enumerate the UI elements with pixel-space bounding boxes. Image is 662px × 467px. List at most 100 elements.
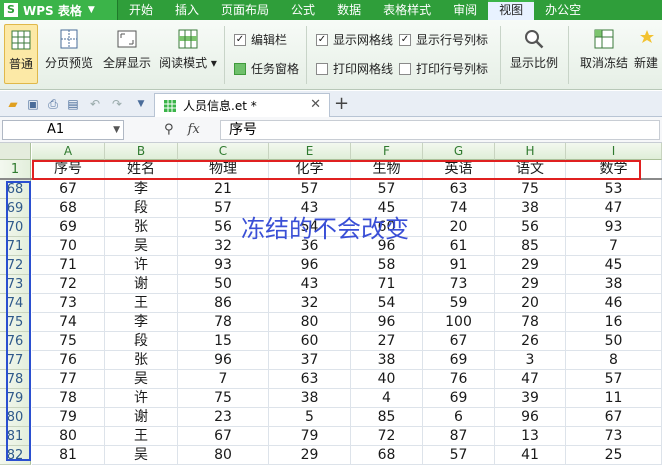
data-cell[interactable]: 7 [566, 237, 662, 256]
data-cell[interactable]: 80 [32, 427, 105, 446]
data-cell[interactable]: 45 [566, 256, 662, 275]
data-cell[interactable]: 78 [495, 313, 566, 332]
data-cell[interactable]: 71 [351, 275, 423, 294]
data-cell[interactable]: 78 [32, 389, 105, 408]
data-cell[interactable]: 29 [269, 446, 351, 465]
data-cell[interactable]: 29 [495, 256, 566, 275]
data-cell[interactable]: 80 [269, 313, 351, 332]
new-window-button[interactable]: 新建 [634, 28, 662, 84]
data-cell[interactable]: 53 [566, 180, 662, 199]
menu-table-style[interactable]: 表格样式 [372, 0, 442, 20]
data-cell[interactable]: 38 [495, 199, 566, 218]
data-cell[interactable]: 85 [495, 237, 566, 256]
data-cell[interactable]: 69 [423, 351, 495, 370]
formula-input[interactable]: 序号 [220, 120, 660, 140]
data-cell[interactable]: 59 [423, 294, 495, 313]
data-cell[interactable]: 38 [269, 389, 351, 408]
data-cell[interactable]: 50 [178, 275, 269, 294]
zoom-formula-icon[interactable]: ⚲ [164, 122, 174, 137]
data-cell[interactable]: 29 [495, 275, 566, 294]
new-tab-plus-icon[interactable]: + [334, 93, 349, 114]
data-cell[interactable]: 王 [105, 427, 178, 446]
data-cell[interactable]: 谢 [105, 408, 178, 427]
cell-name-box[interactable]: A1 ▼ [2, 120, 124, 140]
column-header-i[interactable]: I [566, 143, 662, 160]
data-cell[interactable]: 85 [351, 408, 423, 427]
data-cell[interactable]: 吴 [105, 370, 178, 389]
data-cell[interactable]: 96 [351, 313, 423, 332]
data-cell[interactable]: 77 [32, 370, 105, 389]
data-cell[interactable]: 100 [423, 313, 495, 332]
data-cell[interactable]: 15 [178, 332, 269, 351]
data-cell[interactable]: 段 [105, 332, 178, 351]
data-cell[interactable]: 47 [495, 370, 566, 389]
menu-view[interactable]: 视图 [488, 0, 535, 20]
full-screen-button[interactable]: 全屏显示 [100, 28, 154, 84]
menu-office[interactable]: 办公空 [534, 0, 592, 20]
column-header-b[interactable]: B [105, 143, 178, 160]
reading-mode-button[interactable]: 阅读模式 ▾ [158, 28, 218, 84]
task-pane-checkbox[interactable]: 任务窗格 [234, 60, 299, 77]
data-cell[interactable]: 67 [423, 332, 495, 351]
close-icon[interactable]: ✕ [310, 97, 321, 112]
data-cell[interactable]: 81 [32, 446, 105, 465]
data-cell[interactable]: 27 [351, 332, 423, 351]
normal-view-button[interactable]: 普通 [4, 24, 38, 84]
menu-formula[interactable]: 公式 [280, 0, 326, 20]
data-cell[interactable]: 54 [351, 294, 423, 313]
data-cell[interactable]: 72 [351, 427, 423, 446]
data-cell[interactable]: 8 [566, 351, 662, 370]
data-cell[interactable]: 许 [105, 389, 178, 408]
data-cell[interactable]: 李 [105, 180, 178, 199]
app-menu-button[interactable]: S WPS 表格 ▼ [0, 0, 118, 20]
menu-home[interactable]: 开始 [118, 0, 164, 20]
data-cell[interactable]: 50 [566, 332, 662, 351]
data-cell[interactable]: 57 [351, 180, 423, 199]
column-header-c[interactable]: C [178, 143, 269, 160]
data-cell[interactable]: 20 [423, 218, 495, 237]
data-cell[interactable]: 68 [32, 199, 105, 218]
row-header[interactable]: 1 [0, 160, 31, 179]
print-gridlines-checkbox[interactable]: 打印网格线 [316, 60, 393, 77]
data-cell[interactable]: 57 [423, 446, 495, 465]
data-cell[interactable]: 67 [178, 427, 269, 446]
redo-icon[interactable]: ↷ [110, 97, 124, 111]
data-cell[interactable]: 39 [495, 389, 566, 408]
data-cell[interactable]: 73 [32, 294, 105, 313]
data-cell[interactable]: 78 [178, 313, 269, 332]
menu-page-layout[interactable]: 页面布局 [210, 0, 280, 20]
data-cell[interactable]: 3 [495, 351, 566, 370]
data-cell[interactable]: 4 [351, 389, 423, 408]
data-cell[interactable]: 张 [105, 218, 178, 237]
data-cell[interactable]: 37 [269, 351, 351, 370]
data-cell[interactable]: 41 [495, 446, 566, 465]
column-header-e[interactable]: E [269, 143, 351, 160]
edit-bar-checkbox[interactable]: ✓ 编辑栏 [234, 31, 287, 48]
data-cell[interactable]: 46 [566, 294, 662, 313]
data-cell[interactable]: 6 [423, 408, 495, 427]
data-cell[interactable]: 96 [178, 351, 269, 370]
show-gridlines-checkbox[interactable]: ✓ 显示网格线 [316, 31, 393, 48]
data-cell[interactable]: 57 [269, 180, 351, 199]
data-cell[interactable]: 王 [105, 294, 178, 313]
chevron-down-icon[interactable]: ▼ [113, 121, 120, 139]
data-cell[interactable]: 32 [269, 294, 351, 313]
zoom-button[interactable]: 显示比例 [506, 28, 562, 84]
data-cell[interactable]: 47 [566, 199, 662, 218]
menu-data[interactable]: 数据 [326, 0, 372, 20]
data-cell[interactable]: 75 [32, 332, 105, 351]
data-cell[interactable]: 73 [566, 427, 662, 446]
document-tab[interactable]: 人员信息.et * ✕ [154, 93, 330, 117]
data-cell[interactable]: 38 [351, 351, 423, 370]
data-cell[interactable]: 43 [269, 275, 351, 294]
column-header-g[interactable]: G [423, 143, 495, 160]
data-cell[interactable]: 26 [495, 332, 566, 351]
print-preview-icon[interactable]: ▤ [66, 97, 80, 111]
data-cell[interactable]: 72 [32, 275, 105, 294]
data-cell[interactable]: 56 [495, 218, 566, 237]
data-cell[interactable]: 80 [178, 446, 269, 465]
data-cell[interactable]: 16 [566, 313, 662, 332]
data-cell[interactable]: 93 [178, 256, 269, 275]
data-cell[interactable]: 96 [495, 408, 566, 427]
data-cell[interactable]: 11 [566, 389, 662, 408]
